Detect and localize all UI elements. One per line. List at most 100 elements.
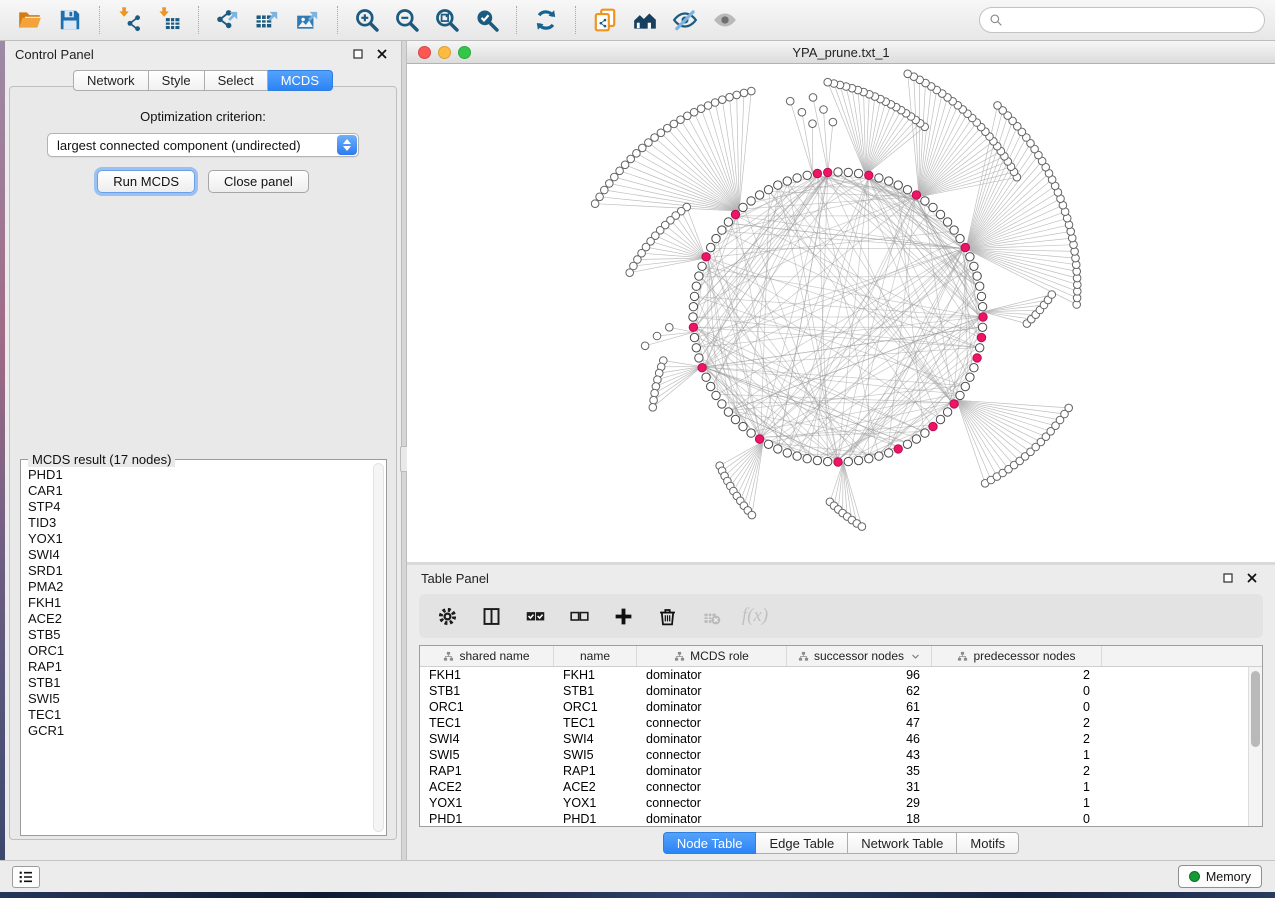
zoom-in-button[interactable] [347,3,387,37]
show-all-button[interactable] [705,3,745,37]
zoom-out-icon [394,7,420,33]
close-table-panel-icon[interactable] [1243,569,1261,587]
column-header-MCDS-role[interactable]: MCDS role [637,646,787,666]
table-row[interactable]: SWI4SWI4dominator462 [420,731,1262,747]
table-row[interactable]: FKH1FKH1dominator962 [420,667,1262,683]
open-button[interactable] [10,3,50,37]
add-column-button[interactable] [611,604,635,628]
mcds-result-item[interactable]: SWI4 [28,547,370,563]
tab-network[interactable]: Network [73,70,149,91]
tab-motifs[interactable]: Motifs [957,832,1019,854]
table-row[interactable]: ACE2ACE2connector311 [420,779,1262,795]
tab-mcds[interactable]: MCDS [268,70,333,91]
table-cell: YOX1 [554,795,637,811]
window-maximize-icon[interactable] [458,46,471,59]
mcds-result-item[interactable]: SRD1 [28,563,370,579]
table-cell: dominator [637,699,787,715]
mcds-result-item[interactable]: GCR1 [28,723,370,739]
gear-icon [437,606,458,627]
mcds-result-item[interactable]: TEC1 [28,707,370,723]
mcds-result-item[interactable]: STP4 [28,499,370,515]
mcds-result-item[interactable]: STB1 [28,675,370,691]
table-row[interactable]: PHD1PHD1dominator180 [420,811,1262,827]
mcds-result-item[interactable]: RAP1 [28,659,370,675]
copy-network-button[interactable] [585,3,625,37]
criterion-dropdown[interactable]: largest connected component (undirected) [47,133,359,157]
delete-column-button[interactable] [655,604,679,628]
table-header-row: shared namenameMCDS rolesuccessor nodesp… [420,646,1262,667]
network-canvas[interactable] [407,64,1275,562]
mcds-result-item[interactable]: ACE2 [28,611,370,627]
column-header-shared-name[interactable]: shared name [420,646,554,666]
mcds-result-item[interactable]: PMA2 [28,579,370,595]
table-cell: YOX1 [420,795,554,811]
mcds-result-item[interactable]: TID3 [28,515,370,531]
refresh-button[interactable] [526,3,566,37]
run-mcds-button[interactable]: Run MCDS [97,170,195,193]
table-settings-button[interactable] [435,604,459,628]
scrollbar-thumb[interactable] [1251,671,1260,747]
show-columns-button[interactable] [479,604,503,628]
hide-selected-button[interactable] [665,3,705,37]
mcds-result-item[interactable]: CAR1 [28,483,370,499]
mcds-result-item[interactable]: STB5 [28,627,370,643]
delete-table-button [699,604,723,628]
toolbar-separator [99,6,100,34]
network-window: YPA_prune.txt_1 [407,41,1275,562]
mcds-result-item[interactable]: FKH1 [28,595,370,611]
first-neighbors-button[interactable] [625,3,665,37]
export-network-button[interactable] [208,3,248,37]
float-panel-icon[interactable] [349,45,367,63]
table-row[interactable]: RAP1RAP1dominator352 [420,763,1262,779]
export-image-button[interactable] [288,3,328,37]
table-cell: 46 [787,731,932,747]
search-input[interactable] [1009,13,1255,28]
zoom-selected-button[interactable] [467,3,507,37]
table-cell: SWI4 [420,731,554,747]
import-network-button[interactable] [109,3,149,37]
toolbar-separator [575,6,576,34]
tab-edge-table[interactable]: Edge Table [756,832,848,854]
select-all-button[interactable] [523,604,547,628]
mcds-result-item[interactable]: PHD1 [28,467,370,483]
import-table-button[interactable] [149,3,189,37]
task-history-button[interactable] [12,866,40,888]
float-table-panel-icon[interactable] [1219,569,1237,587]
zoom-fit-button[interactable] [427,3,467,37]
tab-style[interactable]: Style [149,70,205,91]
mcds-result-item[interactable]: ORC1 [28,643,370,659]
column-header-name[interactable]: name [554,646,637,666]
table-row[interactable]: SWI5SWI5connector431 [420,747,1262,763]
close-panel-icon[interactable] [373,45,391,63]
tab-node-table[interactable]: Node Table [663,832,757,854]
tab-select[interactable]: Select [205,70,268,91]
mcds-list-scrollbar[interactable] [373,463,384,832]
tab-network-table[interactable]: Network Table [848,832,957,854]
table-cell: SWI4 [554,731,637,747]
houses-icon [632,7,658,33]
export-table-button[interactable] [248,3,288,37]
export-network-icon [215,7,241,33]
window-close-icon[interactable] [418,46,431,59]
eye-slash-icon [672,7,698,33]
search-box[interactable] [979,7,1265,33]
deselect-all-button[interactable] [567,604,591,628]
column-header-successor-nodes[interactable]: successor nodes [787,646,932,666]
mcds-result-item[interactable]: SWI5 [28,691,370,707]
mcds-result-item[interactable]: YOX1 [28,531,370,547]
table-row[interactable]: TEC1TEC1connector472 [420,715,1262,731]
memory-button[interactable]: Memory [1178,865,1262,888]
network-window-titlebar[interactable]: YPA_prune.txt_1 [407,41,1275,64]
column-header-predecessor-nodes[interactable]: predecessor nodes [932,646,1102,666]
window-minimize-icon[interactable] [438,46,451,59]
table-row[interactable]: STB1STB1dominator620 [420,683,1262,699]
zoom-out-button[interactable] [387,3,427,37]
mcds-result-title: MCDS result (17 nodes) [28,452,175,467]
table-row[interactable]: YOX1YOX1connector291 [420,795,1262,811]
table-scrollbar[interactable] [1248,667,1262,827]
table-row[interactable]: ORC1ORC1dominator610 [420,699,1262,715]
save-button[interactable] [50,3,90,37]
table-cell: connector [637,715,787,731]
close-panel-button[interactable]: Close panel [208,170,309,193]
eye-icon [712,7,738,33]
